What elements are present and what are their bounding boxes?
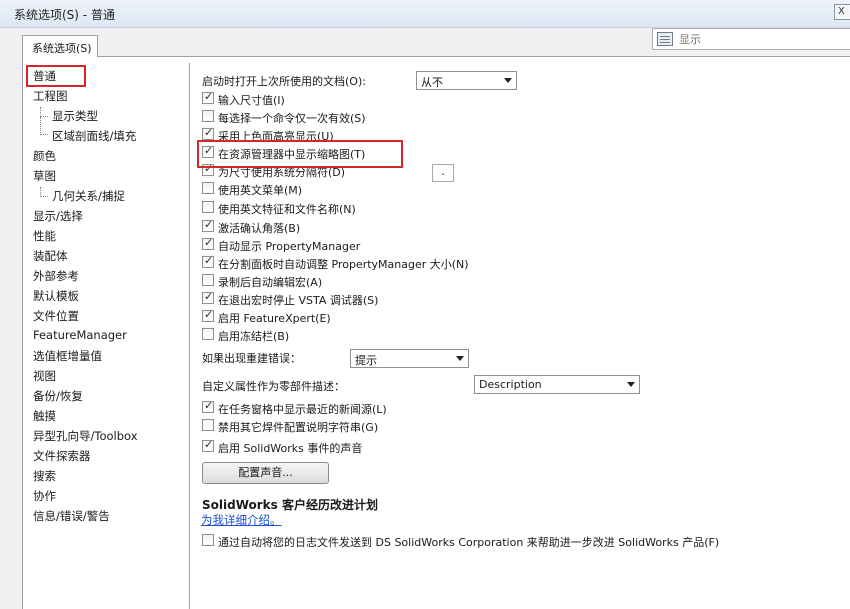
- open-last-docs-label: 启动时打开上次所使用的文档(O):: [202, 75, 366, 88]
- rebuild-error-label: 如果出现重建错误：: [202, 352, 301, 365]
- tree-connector: [40, 117, 48, 135]
- tree-item-performance[interactable]: 性能: [33, 228, 56, 244]
- option-label: 自动显示 PropertyManager: [218, 240, 361, 253]
- tree-item-file-explorer[interactable]: 文件探索器: [33, 448, 91, 464]
- option-label: 在分割面板时自动调整 PropertyManager 大小(N): [218, 258, 469, 271]
- chevron-down-icon: [627, 382, 635, 387]
- tree-connector: [40, 187, 48, 197]
- checkbox[interactable]: [202, 218, 214, 232]
- option-label: 启用 FeatureXpert(E): [218, 312, 331, 325]
- checkbox[interactable]: [202, 399, 214, 413]
- tree-item-search[interactable]: 搜索: [33, 468, 56, 484]
- option-label: 在退出宏时停止 VSTA 调试器(S): [218, 294, 379, 307]
- custom-prop-label: 自定义属性作为零部件描述：: [202, 380, 345, 393]
- title-bar: 系统选项(S) - 普通 X: [0, 0, 850, 28]
- option-label: 启用冻结栏(B): [218, 330, 290, 343]
- option-label: 在任务窗格中显示最近的新闻源(L): [218, 403, 387, 416]
- checkbox[interactable]: [202, 328, 214, 340]
- rebuild-error-value: 提示: [355, 354, 377, 367]
- tree-item-featuremanager[interactable]: FeatureManager: [33, 328, 127, 342]
- checkbox[interactable]: [202, 201, 214, 213]
- checkbox[interactable]: [202, 534, 214, 546]
- tree-item-assemblies[interactable]: 装配体: [33, 248, 68, 264]
- separator-field[interactable]: .: [432, 164, 454, 182]
- tree-item-area-hatch[interactable]: 区域剖面线/填充: [52, 128, 136, 144]
- tree-item-external-references[interactable]: 外部参考: [33, 268, 79, 284]
- checkbox[interactable]: [202, 274, 214, 286]
- tree-item-spin-box-increments[interactable]: 选值框增量值: [33, 348, 102, 364]
- ceip-learn-more-link[interactable]: 为我详细介绍。: [201, 512, 282, 528]
- tree-item-default-templates[interactable]: 默认模板: [33, 288, 79, 304]
- search-box[interactable]: [652, 28, 850, 50]
- option-label: 启用 SolidWorks 事件的声音: [218, 442, 363, 455]
- tree-item-file-locations[interactable]: 文件位置: [33, 308, 79, 324]
- checkbox[interactable]: [202, 419, 214, 431]
- tree-item-collaboration[interactable]: 协作: [33, 488, 56, 504]
- tree-item-backup-recover[interactable]: 备份/恢复: [33, 388, 83, 404]
- custom-prop-value: Description: [479, 378, 542, 391]
- close-button[interactable]: X: [834, 4, 850, 20]
- checkbox[interactable]: [202, 236, 214, 250]
- option-label: 每选择一个命令仅一次有效(S): [218, 112, 366, 125]
- window-title: 系统选项(S) - 普通: [14, 8, 115, 22]
- configure-sounds-button[interactable]: 配置声音...: [202, 462, 329, 484]
- chevron-down-icon: [456, 356, 464, 361]
- tab-system-options[interactable]: 系统选项(S): [22, 35, 98, 57]
- checkbox[interactable]: [202, 182, 214, 194]
- tree-item-sketch[interactable]: 草图: [33, 168, 56, 184]
- option-label: 禁用其它焊件配置说明字符串(G): [218, 421, 379, 434]
- checkbox[interactable]: [202, 308, 214, 322]
- checkbox[interactable]: [202, 290, 214, 304]
- option-label: 使用英文特征和文件名称(N): [218, 203, 356, 216]
- option-label: 使用英文菜单(M): [218, 184, 303, 197]
- option-label: 在资源管理器中显示缩略图(T): [218, 148, 366, 161]
- tree-connector: [40, 107, 48, 117]
- search-list-icon: [657, 32, 673, 46]
- option-label: 通过自动将您的日志文件发送到 DS SolidWorks Corporation…: [218, 536, 720, 549]
- tree-item-view[interactable]: 视图: [33, 368, 56, 384]
- chevron-down-icon: [504, 78, 512, 83]
- tree-item-drawings[interactable]: 工程图: [33, 88, 68, 104]
- custom-prop-select[interactable]: Description: [474, 375, 640, 394]
- option-label: 输入尺寸值(I): [218, 94, 285, 107]
- checkbox[interactable]: [202, 90, 214, 104]
- search-input[interactable]: [677, 31, 847, 47]
- tree-item-colors[interactable]: 颜色: [33, 148, 56, 164]
- open-last-docs-value: 从不: [421, 76, 443, 89]
- open-last-docs-select[interactable]: 从不: [416, 71, 517, 90]
- tree-item-relations-snaps[interactable]: 几何关系/捕捉: [52, 188, 125, 204]
- checkbox[interactable]: [202, 110, 214, 122]
- tree-item-general[interactable]: 普通: [33, 68, 56, 84]
- options-tree: 普通 工程图 显示类型 区域剖面线/填充 颜色 草图 几何关系/捕捉 显示/选择…: [26, 63, 190, 609]
- option-label: 采用上色面高亮显示(U): [218, 130, 334, 143]
- checkbox[interactable]: [202, 162, 214, 176]
- option-label: 录制后自动编辑宏(A): [218, 276, 323, 289]
- tree-item-messages-errors-warnings[interactable]: 信息/错误/警告: [33, 508, 110, 524]
- checkbox[interactable]: [202, 126, 214, 140]
- tree-item-touch[interactable]: 触摸: [33, 408, 56, 424]
- checkbox[interactable]: [202, 254, 214, 268]
- checkbox[interactable]: [202, 144, 214, 158]
- checkbox[interactable]: [202, 438, 214, 452]
- option-label: 为尺寸使用系统分隔符(D): [218, 166, 346, 179]
- option-label: 激活确认角落(B): [218, 222, 301, 235]
- tree-item-display-style[interactable]: 显示类型: [52, 108, 98, 124]
- ceip-title: SolidWorks 客户经历改进计划: [202, 498, 378, 512]
- tree-item-hole-wizard-toolbox[interactable]: 异型孔向导/Toolbox: [33, 428, 138, 444]
- tree-item-display-selection[interactable]: 显示/选择: [33, 208, 83, 224]
- rebuild-error-select[interactable]: 提示: [350, 349, 469, 368]
